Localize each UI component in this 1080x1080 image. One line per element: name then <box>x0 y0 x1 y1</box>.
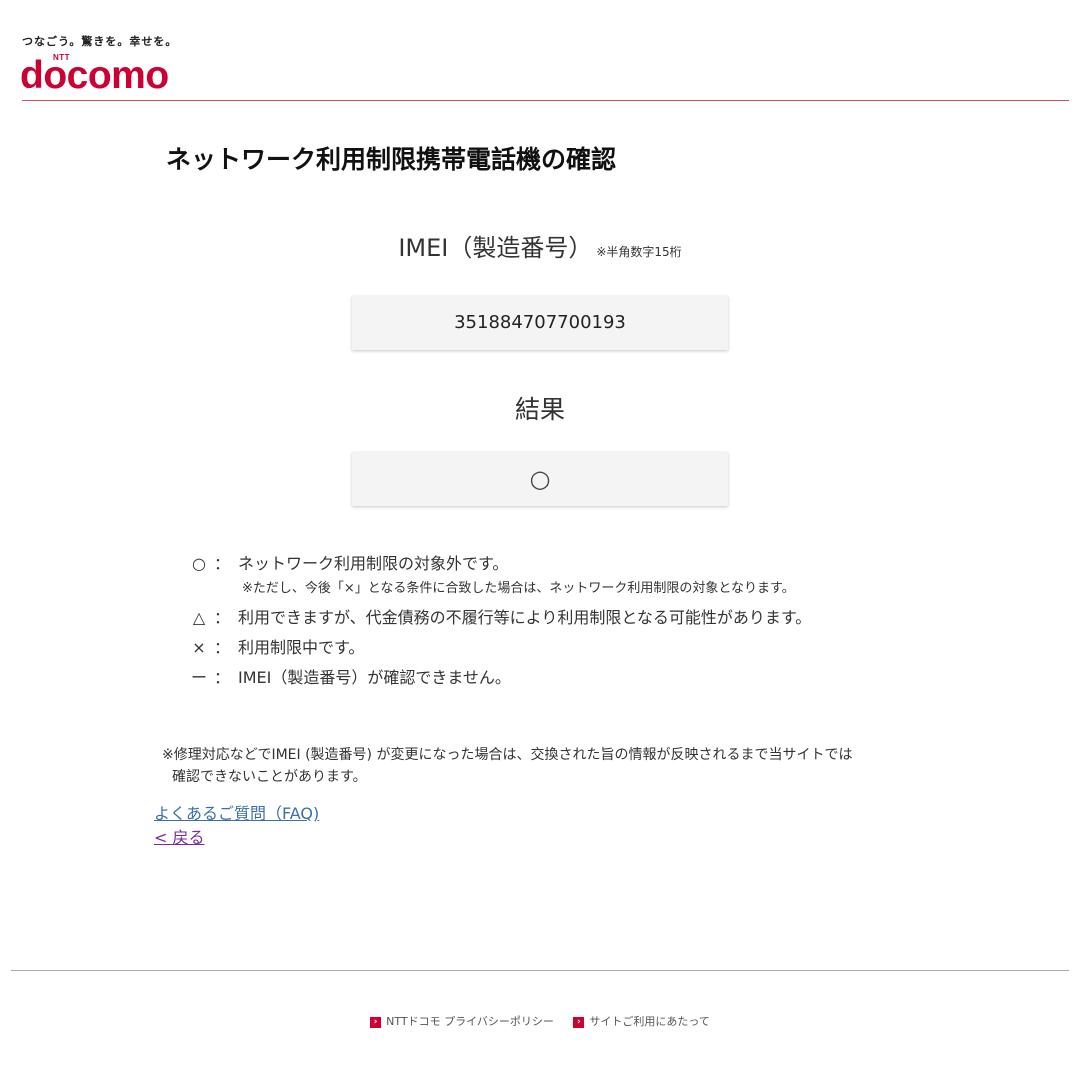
legend-description: 利用できますが、代金債務の不履行等により利用制限となる可能性があります。 <box>238 608 812 627</box>
footer-divider <box>11 970 1069 971</box>
legend-item-unknown: ー ： IMEI（製造番号）が確認できません。 <box>188 666 948 696</box>
faq-link[interactable]: よくあるご質問（FAQ) <box>154 800 319 824</box>
legend-description: 利用制限中です。 <box>238 638 365 657</box>
legend-item-restricted: × ： 利用制限中です。 <box>188 636 948 666</box>
result-legend: ○ ： ネットワーク利用制限の対象外です。 ※ただし、今後「×」となる条件に合致… <box>188 552 948 696</box>
site-terms-label: サイトご利用にあたって <box>589 1015 710 1028</box>
legend-sub-note: ※ただし、今後「×」となる条件に合致した場合は、ネットワーク利用制限の対象となり… <box>242 581 795 596</box>
legend-description: ネットワーク利用制限の対象外です。 <box>238 554 509 573</box>
legend-colon: ： <box>214 668 231 687</box>
cross-symbol: × <box>192 638 206 657</box>
imei-note: ※半角数字15桁 <box>596 245 682 259</box>
header-divider <box>22 100 1069 101</box>
repair-notice: ※修理対応などでIMEI (製造番号) が変更になった場合は、交換された旨の情報… <box>162 744 942 788</box>
imei-label-text: IMEI（製造番号） <box>398 234 593 262</box>
result-label: 結果 <box>514 395 565 424</box>
notice-line-2: 確認できないことがあります。 <box>172 769 367 785</box>
logo-text: docomo <box>20 54 169 97</box>
logo-ntt-mark: NTT <box>53 53 71 62</box>
docomo-logo[interactable]: docomo NTT <box>20 48 190 97</box>
back-link[interactable]: < 戻る <box>154 824 205 848</box>
imei-value-field: 351884707700193 <box>352 296 728 350</box>
privacy-policy-label: NTTドコモ プライバシーポリシー <box>386 1015 554 1028</box>
notice-line-1: ※修理対応などでIMEI (製造番号) が変更になった場合は、交換された旨の情報… <box>162 747 853 763</box>
legend-colon: ： <box>214 554 231 573</box>
tagline: つなごう。驚きを。幸せを。 <box>22 35 178 48</box>
triangle-symbol: △ <box>192 608 206 627</box>
arrow-right-icon: › <box>370 1016 382 1028</box>
site-terms-link[interactable]: › サイトご利用にあたって <box>573 1013 710 1029</box>
arrow-right-icon: › <box>573 1016 585 1028</box>
result-value-field: ○ <box>352 452 728 506</box>
header: つなごう。驚きを。幸せを。 docomo NTT <box>0 0 1080 104</box>
page-title: ネットワーク利用制限携帯電話機の確認 <box>166 145 617 174</box>
circle-symbol: ○ <box>192 554 206 573</box>
dash-symbol: ー <box>190 668 207 687</box>
privacy-policy-link[interactable]: › NTTドコモ プライバシーポリシー <box>370 1013 554 1029</box>
legend-description: IMEI（製造番号）が確認できません。 <box>238 668 511 687</box>
footer-links: › NTTドコモ プライバシーポリシー › サイトご利用にあたって <box>0 1013 1080 1029</box>
legend-item-caution: △ ： 利用できますが、代金債務の不履行等により利用制限となる可能性があります。 <box>188 606 948 636</box>
legend-colon: ： <box>214 608 231 627</box>
legend-colon: ： <box>214 638 231 657</box>
imei-label: IMEI（製造番号） ※半角数字15桁 <box>0 228 1080 263</box>
